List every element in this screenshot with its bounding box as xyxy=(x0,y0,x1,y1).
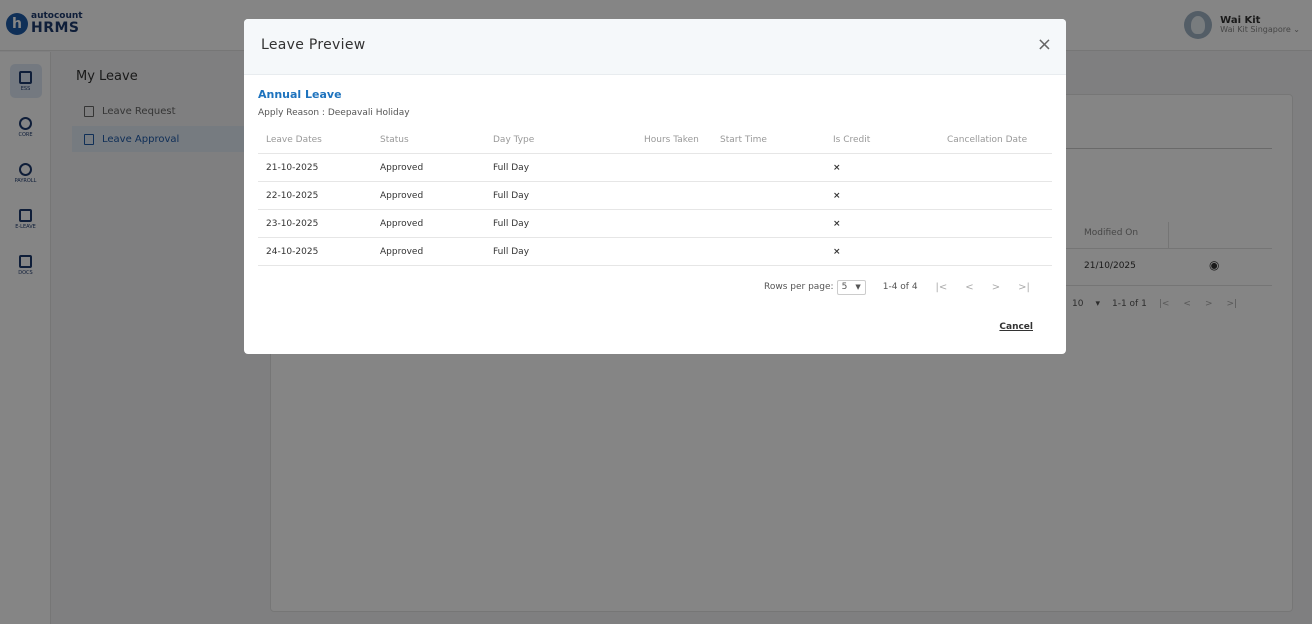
day-type: Full Day xyxy=(493,162,530,173)
cross-icon: × xyxy=(833,162,841,173)
leave-date: 21-10-2025 xyxy=(266,162,319,173)
leave-date: 23-10-2025 xyxy=(266,218,319,229)
table-row: 21-10-2025 Approved Full Day × xyxy=(258,154,1052,182)
next-page-icon[interactable]: > xyxy=(992,282,1000,293)
status: Approved xyxy=(380,162,424,173)
rows-per-page-label: Rows per page: xyxy=(764,282,834,292)
apply-reason: Apply Reason : Deepavali Holiday xyxy=(258,108,410,118)
leave-preview-dialog: Leave Preview × Annual Leave Apply Reaso… xyxy=(244,19,1066,354)
table-row: 22-10-2025 Approved Full Day × xyxy=(258,182,1052,210)
day-type: Full Day xyxy=(493,218,530,229)
dialog-header: Leave Preview × xyxy=(244,19,1066,75)
first-page-icon[interactable]: |< xyxy=(936,282,948,293)
prev-page-icon[interactable]: < xyxy=(965,282,973,293)
cross-icon: × xyxy=(833,246,841,257)
status: Approved xyxy=(380,218,424,229)
column-header[interactable]: Cancellation Date xyxy=(947,127,1027,153)
table-pagination: Rows per page: 5 ▼ 1-4 of 4 |< < > >| xyxy=(764,278,1052,296)
table-row: 23-10-2025 Approved Full Day × xyxy=(258,210,1052,238)
column-header[interactable]: Start Time xyxy=(720,127,767,153)
table-header: Leave Dates Status Day Type Hours Taken … xyxy=(258,127,1052,154)
day-type: Full Day xyxy=(493,246,530,257)
chevron-down-icon: ▼ xyxy=(855,283,861,291)
cancel-button[interactable]: Cancel xyxy=(999,322,1033,332)
rows-per-page-select[interactable]: 5 ▼ xyxy=(836,279,866,295)
column-header[interactable]: Hours Taken xyxy=(644,127,699,153)
dialog-title: Leave Preview xyxy=(261,37,366,53)
last-page-icon[interactable]: >| xyxy=(1018,282,1030,293)
column-header[interactable]: Status xyxy=(380,127,409,153)
leave-dates-table: Leave Dates Status Day Type Hours Taken … xyxy=(258,127,1052,266)
leave-type: Annual Leave xyxy=(258,88,342,101)
cross-icon: × xyxy=(833,190,841,201)
leave-date: 22-10-2025 xyxy=(266,190,319,201)
cross-icon: × xyxy=(833,218,841,229)
column-header[interactable]: Leave Dates xyxy=(266,127,322,153)
table-row: 24-10-2025 Approved Full Day × xyxy=(258,238,1052,266)
close-icon[interactable]: × xyxy=(1037,36,1052,54)
column-header[interactable]: Is Credit xyxy=(833,127,870,153)
rows-per-page-value: 5 xyxy=(841,282,848,292)
column-header[interactable]: Day Type xyxy=(493,127,534,153)
day-type: Full Day xyxy=(493,190,530,201)
status: Approved xyxy=(380,246,424,257)
leave-date: 24-10-2025 xyxy=(266,246,319,257)
page-range: 1-4 of 4 xyxy=(882,282,918,292)
status: Approved xyxy=(380,190,424,201)
